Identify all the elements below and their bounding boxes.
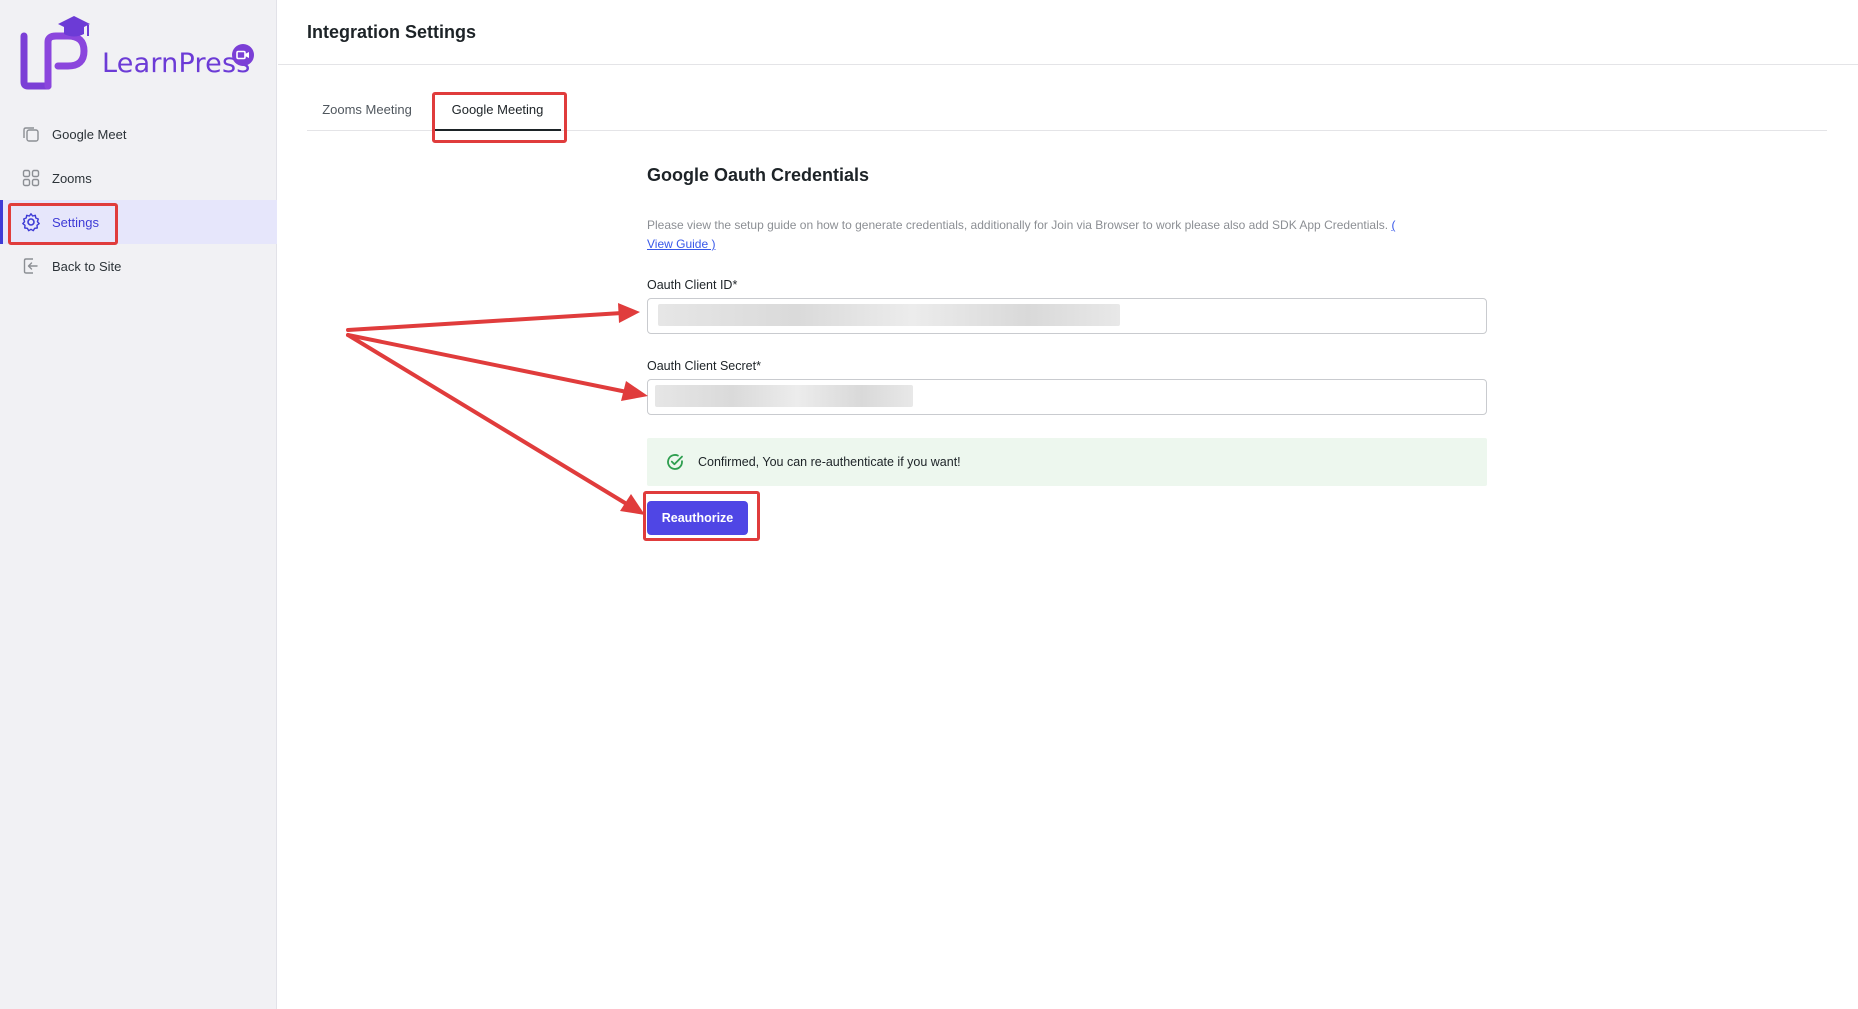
client-secret-label: Oauth Client Secret* xyxy=(647,359,761,373)
video-camera-icon xyxy=(232,44,254,66)
description-text: Please view the setup guide on how to ge… xyxy=(647,218,1389,232)
sidebar-nav: Google Meet Zooms Settings Back to Site xyxy=(0,112,277,288)
oauth-credentials-panel: Google Oauth Credentials Please view the… xyxy=(647,165,1487,535)
client-id-field[interactable] xyxy=(647,298,1487,334)
tab-google-meeting[interactable]: Google Meeting xyxy=(434,90,561,131)
client-secret-field[interactable] xyxy=(647,379,1487,415)
sidebar-item-label: Google Meet xyxy=(52,126,127,142)
reauthorize-button[interactable]: Reauthorize xyxy=(647,501,748,535)
sidebar-item-label: Settings xyxy=(52,214,99,230)
lp-logo-icon xyxy=(20,16,90,90)
grid-icon xyxy=(21,168,41,188)
redacted-value xyxy=(658,304,1120,326)
learnpress-logo[interactable]: LearnPress xyxy=(18,14,258,92)
notice-text: Confirmed, You can re-authenticate if yo… xyxy=(698,455,961,469)
sidebar-item-label: Back to Site xyxy=(52,258,122,274)
copy-icon xyxy=(21,124,41,144)
sidebar-item-back-to-site[interactable]: Back to Site xyxy=(0,244,277,288)
sidebar-item-google-meet[interactable]: Google Meet xyxy=(0,112,277,156)
client-id-label: Oauth Client ID* xyxy=(647,278,738,292)
section-title: Google Oauth Credentials xyxy=(647,165,870,185)
success-notice: Confirmed, You can re-authenticate if yo… xyxy=(647,438,1487,486)
sidebar-item-settings[interactable]: Settings xyxy=(0,200,277,244)
brand-name: LearnPress xyxy=(102,48,251,79)
view-guide-link[interactable]: View Guide ) xyxy=(647,237,715,251)
exit-icon xyxy=(21,256,41,276)
annotation-arrows xyxy=(346,303,648,515)
page-title: Integration Settings xyxy=(307,22,477,42)
sidebar-item-zooms[interactable]: Zooms xyxy=(0,156,277,200)
page-header: Integration Settings xyxy=(278,0,1858,65)
sidebar: LearnPress Google Meet Zooms Settings Ba… xyxy=(0,0,277,1009)
tab-zooms-meeting[interactable]: Zooms Meeting xyxy=(307,90,427,131)
guide-link-open[interactable]: ( xyxy=(1391,218,1395,232)
setup-description: Please view the setup guide on how to ge… xyxy=(647,216,1487,254)
settings-tabs: Zooms Meeting Google Meeting xyxy=(307,90,1827,131)
sidebar-item-label: Zooms xyxy=(52,170,92,186)
gear-icon xyxy=(21,212,41,232)
redacted-value xyxy=(655,385,913,407)
check-circle-icon xyxy=(667,454,683,470)
